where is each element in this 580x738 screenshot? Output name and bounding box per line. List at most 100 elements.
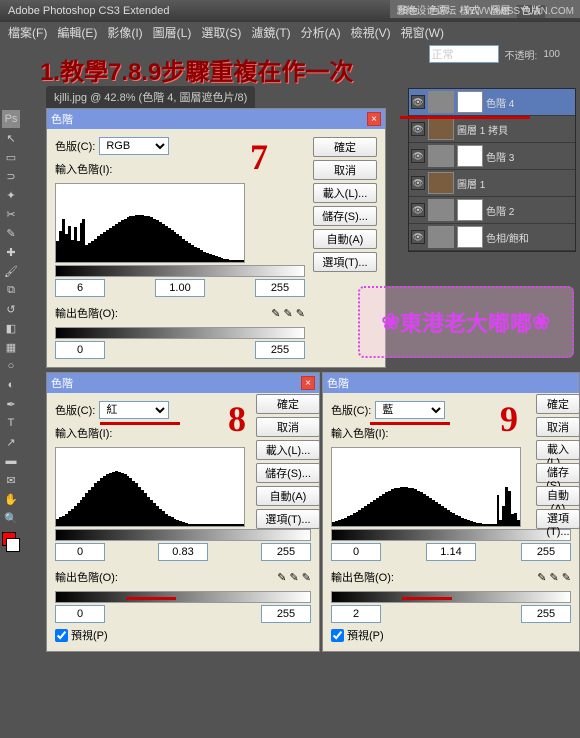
menu-view[interactable]: 檢視(V): [347, 24, 395, 40]
input-high[interactable]: [521, 543, 571, 561]
input-low[interactable]: [331, 543, 381, 561]
heal-tool[interactable]: ✚: [2, 243, 20, 261]
auto-button[interactable]: 自動(A): [256, 486, 320, 506]
load-button[interactable]: 載入(L)...: [256, 440, 320, 460]
ok-button[interactable]: 確定: [313, 137, 377, 157]
save-button[interactable]: 儲存(S)...: [313, 206, 377, 226]
history-brush-tool[interactable]: ↺: [2, 300, 20, 318]
input-low[interactable]: [55, 279, 105, 297]
load-button[interactable]: 載入(L)...: [313, 183, 377, 203]
crop-tool[interactable]: ✂: [2, 205, 20, 223]
input-gradient[interactable]: [55, 265, 305, 277]
blur-tool[interactable]: ○: [2, 357, 20, 375]
eraser-tool[interactable]: ◧: [2, 319, 20, 337]
pen-tool[interactable]: ✒: [2, 395, 20, 413]
opacity-value[interactable]: 100: [543, 49, 560, 60]
layer-thumb[interactable]: [428, 172, 454, 194]
layer-thumb[interactable]: [428, 145, 454, 167]
close-icon[interactable]: ×: [301, 376, 315, 390]
zoom-tool[interactable]: 🔍: [2, 509, 20, 527]
layer-row[interactable]: 👁色階 4: [409, 89, 575, 116]
channel-select[interactable]: 紅: [99, 401, 169, 419]
layer-row[interactable]: 👁色階 3: [409, 143, 575, 170]
menu-analysis[interactable]: 分析(A): [297, 24, 345, 40]
background-color[interactable]: [6, 538, 20, 552]
eyedropper-tool[interactable]: ✎: [2, 224, 20, 242]
path-tool[interactable]: ↗: [2, 433, 20, 451]
options-button[interactable]: 選項(T)...: [256, 509, 320, 529]
blend-mode-select[interactable]: 正常: [429, 45, 499, 63]
output-low[interactable]: [331, 605, 381, 623]
levels8-titlebar[interactable]: 色階 ×: [47, 373, 319, 393]
eye-icon[interactable]: 👁: [411, 95, 425, 109]
gradient-tool[interactable]: ▦: [2, 338, 20, 356]
layer-row[interactable]: 👁色階 2: [409, 197, 575, 224]
layer-thumb[interactable]: [428, 199, 454, 221]
channel-select[interactable]: 藍: [375, 401, 445, 419]
input-low[interactable]: [55, 543, 105, 561]
cancel-button[interactable]: 取消: [313, 160, 377, 180]
output-low[interactable]: [55, 341, 105, 359]
options-button[interactable]: 選項(T)...: [536, 509, 580, 529]
input-high[interactable]: [255, 279, 305, 297]
output-high[interactable]: [255, 341, 305, 359]
save-button[interactable]: 儲存(S)...: [256, 463, 320, 483]
notes-tool[interactable]: ✉: [2, 471, 20, 489]
color-swatch[interactable]: [2, 532, 20, 550]
cancel-button[interactable]: 取消: [256, 417, 320, 437]
menu-image[interactable]: 影像(I): [103, 24, 146, 40]
ok-button[interactable]: 確定: [536, 394, 580, 414]
wand-tool[interactable]: ✦: [2, 186, 20, 204]
layer-mask[interactable]: [457, 91, 483, 113]
histogram[interactable]: [55, 447, 245, 527]
output-high[interactable]: [521, 605, 571, 623]
marquee-tool[interactable]: ▭: [2, 148, 20, 166]
layer-thumb[interactable]: [428, 226, 454, 248]
preview-checkbox[interactable]: [331, 629, 344, 642]
layer-thumb[interactable]: [428, 91, 454, 113]
shape-tool[interactable]: ▬: [2, 452, 20, 470]
eye-icon[interactable]: 👁: [411, 176, 425, 190]
layer-thumb[interactable]: [428, 118, 454, 140]
eyedropper-icons[interactable]: ✎ ✎ ✎: [277, 571, 311, 584]
layer-row[interactable]: 👁色相/飽和: [409, 224, 575, 251]
auto-button[interactable]: 自動(A): [536, 486, 580, 506]
output-gradient[interactable]: [55, 591, 311, 603]
menu-select[interactable]: 選取(S): [197, 24, 245, 40]
menu-layer[interactable]: 圖層(L): [149, 24, 196, 40]
layer-mask[interactable]: [457, 226, 483, 248]
eye-icon[interactable]: 👁: [411, 149, 425, 163]
input-gamma[interactable]: [158, 543, 208, 561]
dodge-tool[interactable]: ◐: [2, 376, 20, 394]
eye-icon[interactable]: 👁: [411, 203, 425, 217]
input-high[interactable]: [261, 543, 311, 561]
menu-filter[interactable]: 濾鏡(T): [247, 24, 294, 40]
histogram[interactable]: [331, 447, 521, 527]
input-gradient[interactable]: [55, 529, 311, 541]
menu-window[interactable]: 視窗(W): [397, 24, 448, 40]
eye-icon[interactable]: 👁: [411, 230, 425, 244]
input-gamma[interactable]: [426, 543, 476, 561]
ps-icon[interactable]: Ps: [2, 110, 20, 128]
layer-mask[interactable]: [457, 145, 483, 167]
eyedropper-icons[interactable]: ✎ ✎ ✎: [537, 571, 571, 584]
hand-tool[interactable]: ✋: [2, 490, 20, 508]
ok-button[interactable]: 確定: [256, 394, 320, 414]
load-button[interactable]: 載入(L)...: [536, 440, 580, 460]
stamp-tool[interactable]: ⧉: [2, 281, 20, 299]
layer-row[interactable]: 👁圖層 1: [409, 170, 575, 197]
eye-icon[interactable]: 👁: [411, 122, 425, 136]
save-button[interactable]: 儲存(S)...: [536, 463, 580, 483]
cancel-button[interactable]: 取消: [536, 417, 580, 437]
options-button[interactable]: 選項(T)...: [313, 252, 377, 272]
preview-checkbox[interactable]: [55, 629, 68, 642]
eyedropper-icons[interactable]: ✎ ✎ ✎: [271, 307, 305, 320]
menu-file[interactable]: 檔案(F): [4, 24, 51, 40]
layer-row[interactable]: 👁圖層 1 拷貝: [409, 116, 575, 143]
auto-button[interactable]: 自動(A): [313, 229, 377, 249]
layer-mask[interactable]: [457, 199, 483, 221]
menu-edit[interactable]: 編輯(E): [53, 24, 101, 40]
lasso-tool[interactable]: ⊃: [2, 167, 20, 185]
histogram[interactable]: [55, 183, 245, 263]
output-high[interactable]: [261, 605, 311, 623]
